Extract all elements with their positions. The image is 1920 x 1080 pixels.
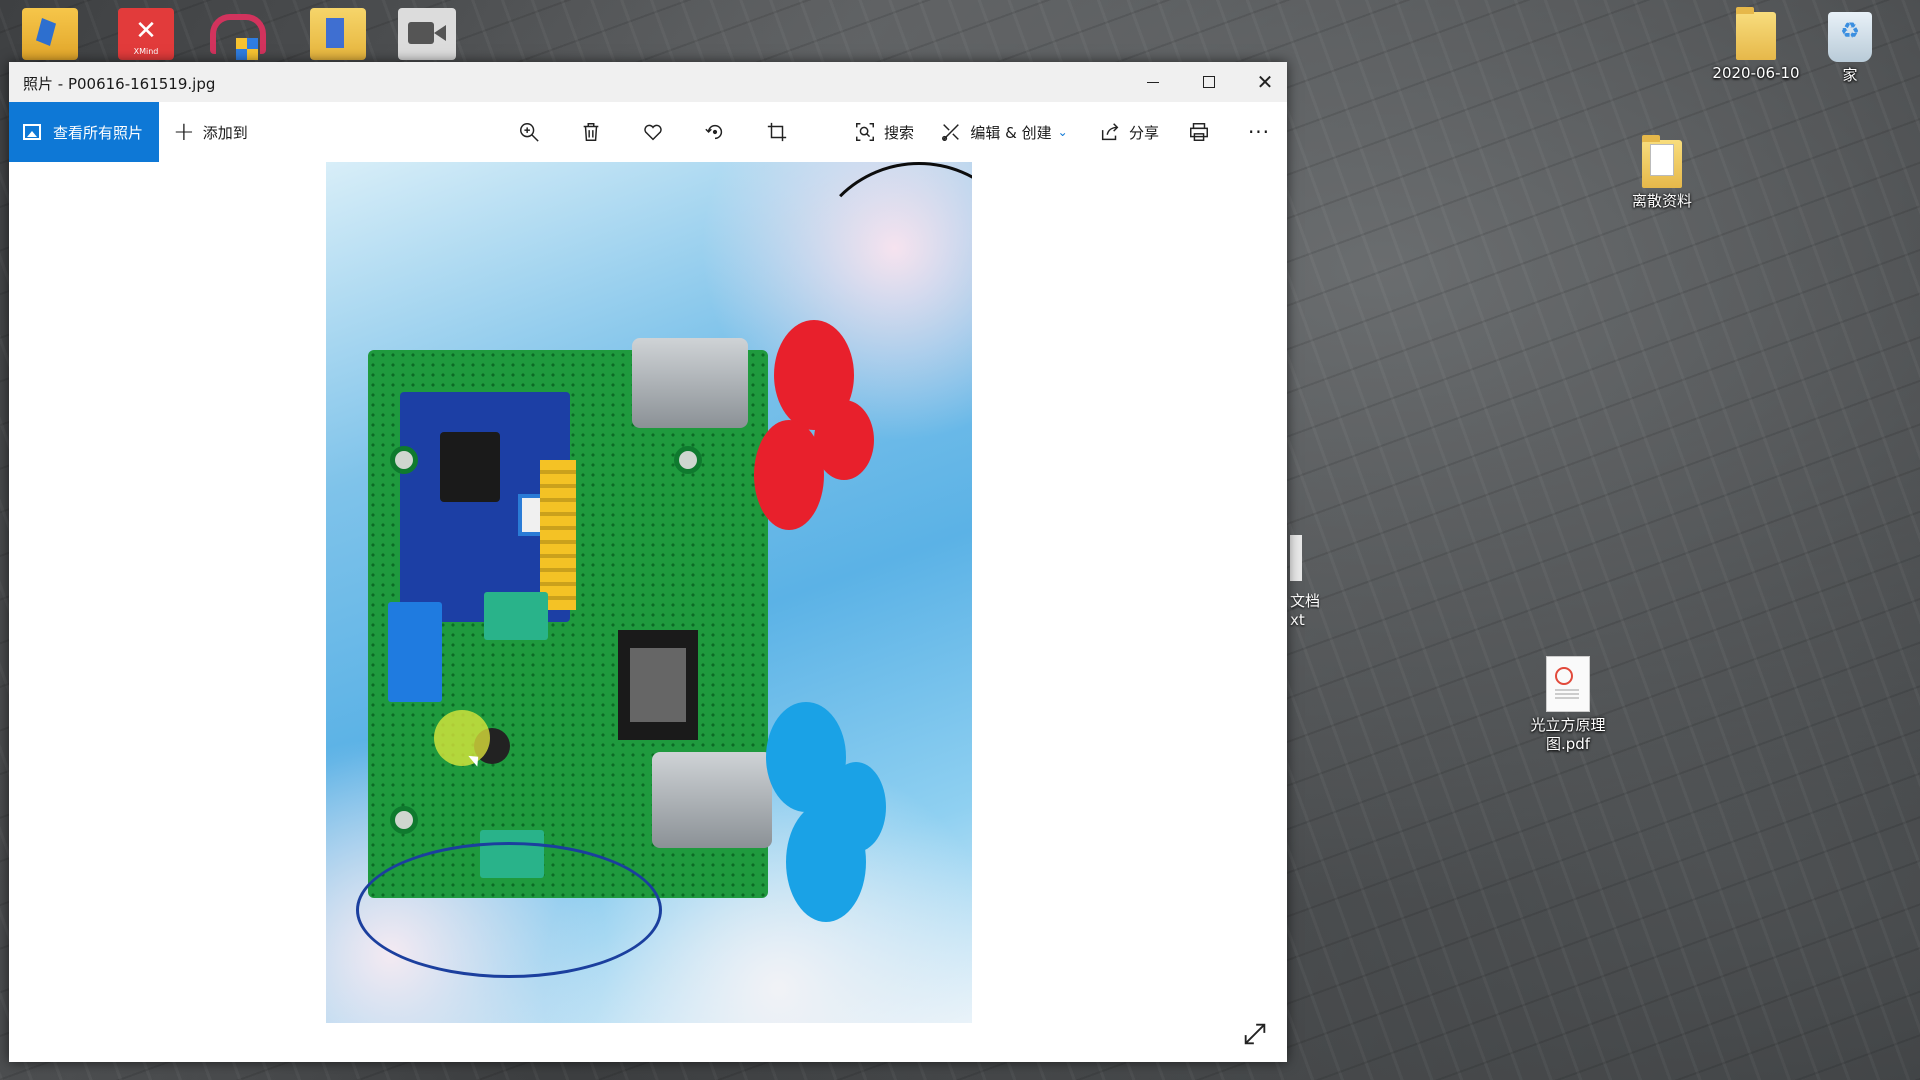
terminal-block — [388, 602, 442, 702]
photos-window: 照片 - P00616-161519.jpg ✕ 查看所有照片 + 添加到 搜索… — [9, 62, 1287, 1062]
minimize-button[interactable] — [1125, 62, 1181, 102]
dc-jack — [440, 432, 500, 502]
edit-create-label: 编辑 & 创建 — [970, 123, 1052, 142]
dc-motor — [652, 752, 772, 848]
delete-button[interactable] — [571, 102, 611, 162]
folder-icon — [1736, 7, 1776, 60]
more-options-button[interactable]: ··· — [1239, 102, 1279, 162]
zoom-button[interactable] — [509, 102, 549, 162]
minimize-icon — [1147, 81, 1159, 83]
header-pins — [540, 460, 576, 610]
mount-hole — [390, 446, 418, 474]
search-label: 搜索 — [883, 123, 914, 142]
window-title: 照片 - P00616-161519.jpg — [23, 75, 216, 93]
toolbar: 查看所有照片 + 添加到 搜索 编辑 & 创建 ⌄ 分享 ··· — [9, 102, 1287, 162]
share-label: 分享 — [1128, 123, 1159, 142]
share-icon — [1101, 123, 1119, 141]
blue-wire — [356, 842, 662, 978]
maximize-button[interactable] — [1181, 62, 1237, 102]
mount-hole — [390, 806, 418, 834]
search-button[interactable]: 搜索 — [839, 102, 929, 162]
heart-icon — [644, 124, 662, 141]
zoom-in-icon — [520, 123, 539, 142]
expand-icon — [1244, 1023, 1266, 1045]
propeller-blade — [814, 400, 874, 480]
edit-icon — [942, 124, 960, 141]
mount-hole — [674, 446, 702, 474]
folder-icon — [1642, 135, 1682, 188]
displayed-photo[interactable] — [326, 162, 972, 1023]
more-icon: ··· — [1247, 120, 1271, 144]
print-button[interactable] — [1179, 102, 1219, 162]
blue-propeller — [756, 702, 886, 922]
folder-icon[interactable] — [22, 8, 78, 60]
crop-button[interactable] — [757, 102, 797, 162]
pdf-file-icon — [1546, 656, 1590, 712]
xmind-x-glyph: ✕ — [135, 16, 157, 46]
favorite-button[interactable] — [633, 102, 673, 162]
desktop-icon-label: 家 — [1842, 66, 1858, 84]
trash-icon — [583, 123, 599, 141]
document-icon[interactable] — [1290, 535, 1302, 581]
add-to-button[interactable]: + 添加到 — [173, 102, 248, 162]
camera-icon[interactable] — [398, 8, 456, 60]
plus-icon: + — [173, 117, 195, 147]
add-to-label: 添加到 — [202, 123, 248, 142]
recycle-bin-icon — [1828, 12, 1872, 62]
crop-icon — [767, 122, 787, 142]
close-icon: ✕ — [1256, 70, 1274, 94]
partial-label-line: 文档 — [1290, 592, 1321, 610]
view-all-photos-button[interactable]: 查看所有照片 — [9, 102, 159, 162]
desktop-icon-label: 离散资料 — [1631, 192, 1692, 210]
desktop-folder-discrete[interactable]: 离散资料 — [1614, 135, 1710, 211]
photo-icon — [23, 124, 41, 140]
desktop-pdf-file[interactable]: 光立方原理图.pdf — [1518, 656, 1618, 754]
close-button[interactable]: ✕ — [1237, 62, 1293, 102]
maximize-icon — [1203, 76, 1215, 88]
heatsink — [630, 648, 686, 722]
propeller-blade — [826, 762, 886, 852]
partial-desktop-label: 文档 xt — [1290, 592, 1320, 630]
fullscreen-button[interactable] — [1241, 1020, 1269, 1048]
edit-create-button[interactable]: 编辑 & 创建 ⌄ — [929, 102, 1079, 162]
printer-icon — [1190, 123, 1208, 141]
visual-search-icon — [856, 123, 874, 141]
xmind-icon[interactable]: ✕ XMind — [118, 8, 174, 60]
app-icon[interactable] — [206, 8, 266, 60]
title-bar[interactable]: 照片 - P00616-161519.jpg ✕ — [9, 62, 1287, 102]
share-button[interactable]: 分享 — [1089, 102, 1169, 162]
view-all-label: 查看所有照片 — [53, 123, 144, 142]
chevron-down-icon: ⌄ — [1057, 125, 1068, 139]
desktop-folder-2020-06-10[interactable]: 2020-06-10 — [1708, 7, 1804, 83]
rotate-button[interactable] — [695, 102, 735, 162]
terminal-block — [484, 592, 548, 640]
xmind-text: XMind — [133, 47, 159, 56]
dc-motor — [632, 338, 748, 428]
desktop-icon-label: 光立方原理图.pdf — [1530, 716, 1606, 753]
folder-icon[interactable] — [310, 8, 366, 60]
photo-viewer — [9, 162, 1287, 1062]
rotate-icon — [705, 124, 723, 140]
cursor-highlight — [434, 710, 490, 766]
partial-label-line: xt — [1290, 611, 1305, 629]
desktop-recycle-bin[interactable]: 家 — [1804, 12, 1896, 85]
desktop-icon-label: 2020-06-10 — [1712, 64, 1800, 82]
